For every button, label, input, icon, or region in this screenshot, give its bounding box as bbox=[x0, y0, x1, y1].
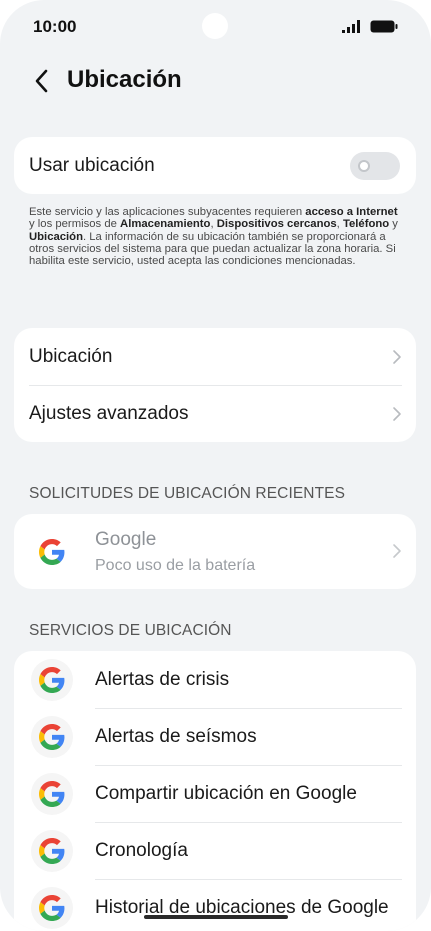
service-item-share-location[interactable]: Compartir ubicación en Google bbox=[14, 765, 416, 822]
google-g-icon bbox=[31, 531, 73, 573]
service-item-location-history[interactable]: Historial de ubicaciones de Google bbox=[14, 879, 416, 931]
settings-item-label: Ubicación bbox=[29, 346, 113, 367]
phone-screen: 10:00 Ubicación Usar ubicación Este serv… bbox=[0, 0, 431, 931]
location-services-card: Alertas de crisis Alertas de seísmos Com… bbox=[14, 651, 416, 931]
google-g-icon bbox=[31, 716, 73, 758]
service-item-label: Compartir ubicación en Google bbox=[95, 783, 357, 804]
toggle-knob bbox=[358, 160, 370, 172]
chevron-right-icon bbox=[393, 350, 401, 364]
location-services-header: SERVICIOS DE UBICACIÓN bbox=[29, 622, 232, 639]
front-camera bbox=[202, 13, 228, 39]
settings-item-location[interactable]: Ubicación bbox=[14, 328, 416, 385]
service-item-label: Cronología bbox=[95, 840, 188, 861]
settings-item-advanced[interactable]: Ajustes avanzados bbox=[14, 385, 416, 442]
service-item-earthquake-alerts[interactable]: Alertas de seísmos bbox=[14, 708, 416, 765]
google-g-icon bbox=[31, 830, 73, 872]
signal-icon bbox=[342, 20, 360, 33]
recent-requests-card: Google Poco uso de la batería bbox=[14, 514, 416, 589]
use-location-toggle[interactable] bbox=[350, 152, 400, 180]
recent-request-app: Google bbox=[95, 529, 157, 550]
recent-request-google[interactable]: Google Poco uso de la batería bbox=[14, 514, 416, 589]
chevron-right-icon bbox=[393, 544, 401, 558]
top-app-bar: Ubicación bbox=[0, 58, 431, 104]
google-g-icon bbox=[31, 887, 73, 929]
use-location-card[interactable]: Usar ubicación bbox=[14, 137, 416, 194]
settings-item-label: Ajustes avanzados bbox=[29, 403, 189, 424]
google-g-icon bbox=[31, 773, 73, 815]
status-bar: 10:00 bbox=[0, 0, 431, 56]
service-item-timeline[interactable]: Cronología bbox=[14, 822, 416, 879]
location-description: Este servicio y las aplicaciones subyace… bbox=[29, 206, 398, 268]
page-title: Ubicación bbox=[67, 66, 182, 93]
location-settings-card: Ubicación Ajustes avanzados bbox=[14, 328, 416, 442]
back-arrow-icon[interactable] bbox=[30, 66, 54, 96]
recent-requests-header: SOLICITUDES DE UBICACIÓN RECIENTES bbox=[29, 485, 346, 502]
service-item-crisis-alerts[interactable]: Alertas de crisis bbox=[14, 651, 416, 708]
chevron-right-icon bbox=[393, 407, 401, 421]
google-g-icon bbox=[31, 659, 73, 701]
status-time: 10:00 bbox=[33, 17, 77, 36]
battery-icon bbox=[370, 20, 398, 33]
recent-request-detail: Poco uso de la batería bbox=[95, 557, 256, 574]
service-item-label: Alertas de seísmos bbox=[95, 726, 257, 747]
service-item-label: Alertas de crisis bbox=[95, 669, 230, 690]
home-indicator[interactable] bbox=[144, 915, 288, 919]
use-location-label: Usar ubicación bbox=[29, 155, 155, 176]
